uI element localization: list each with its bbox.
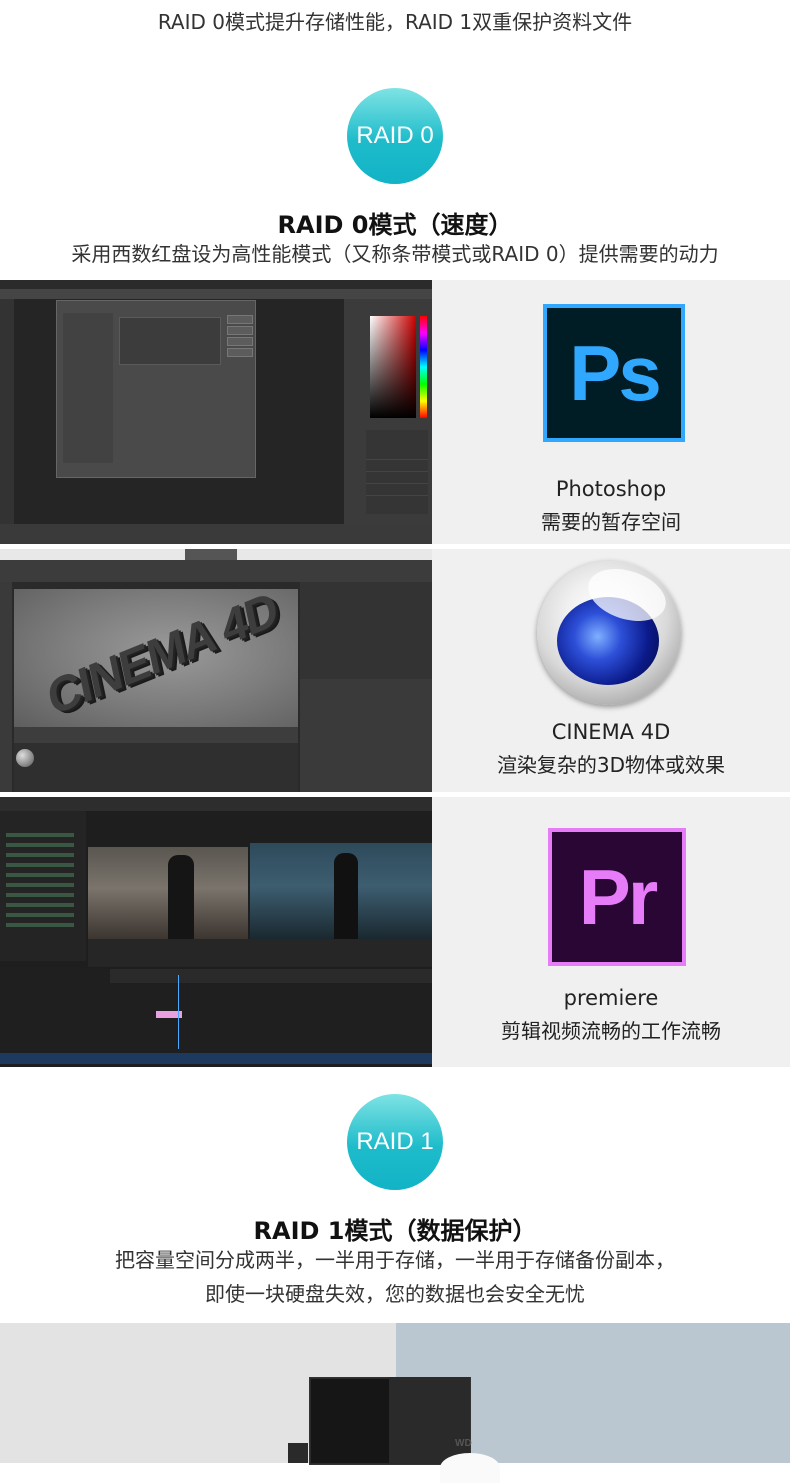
pr-file-row (6, 893, 74, 897)
premiere-screenshot (0, 797, 432, 1067)
pr-file-row (6, 843, 74, 847)
c4d-toolbar (0, 560, 432, 582)
raid1-subtitle-line1: 把容量空间分成两半，一半用于存储，一半用于存储备份副本， (115, 1248, 675, 1272)
ps-dialog-button (227, 348, 253, 357)
ps-layer-row (366, 450, 428, 460)
pr-playhead (178, 975, 179, 1049)
pr-file-row (6, 873, 74, 877)
c4d-left-toolbar (0, 582, 12, 792)
photoshop-desc: 需要的暂存空间 (541, 510, 681, 534)
ps-layer-row (366, 486, 428, 496)
cinema4d-desc: 渲染复杂的3D物体或效果 (496, 753, 726, 777)
ps-menubar (0, 280, 432, 289)
intro-text: RAID 0模式提升存储性能，RAID 1双重保护资料文件 (157, 10, 633, 34)
premiere-icon: Pr (548, 828, 686, 966)
ps-layers-panel (366, 430, 428, 514)
wd-logo: WD (455, 1438, 472, 1449)
pr-file-row (6, 923, 74, 927)
cinema4d-icon (537, 561, 681, 705)
premiere-icon-text: Pr (578, 852, 658, 941)
raid1-subtitle-line2: 即使一块硬盘失效，您的数据也会安全无忧 (205, 1282, 585, 1306)
ps-tools-panel (0, 299, 14, 524)
pr-program-figure (334, 853, 358, 939)
product-disc-shape (440, 1453, 500, 1483)
ps-dialog-table (119, 317, 221, 365)
cinema4d-label: CINEMA 4D (551, 720, 671, 744)
c4d-material-ball (16, 749, 34, 767)
raid1-title: RAID 1模式（数据保护） (253, 1217, 537, 1245)
pr-timeline-ruler (110, 969, 432, 983)
wd-drive-panel (389, 1377, 469, 1463)
cinema4d-screenshot: CINEMA 4D (0, 549, 432, 792)
c4d-timeline (14, 727, 298, 743)
c4d-attribute-manager (300, 679, 432, 792)
ps-layer-row (366, 474, 428, 484)
pr-file-row (6, 833, 74, 837)
premiere-label: premiere (563, 986, 659, 1010)
photoshop-label: Photoshop (555, 477, 667, 501)
pr-os-taskbar (0, 1053, 432, 1064)
raid0-subtitle: 采用西数红盘设为高性能模式（又称条带模式或RAID 0）提供需要的动力 (71, 242, 719, 266)
ps-dialog-list (63, 313, 113, 463)
ps-options-bar (0, 289, 432, 299)
ps-dialog-button (227, 315, 253, 324)
pr-menubar (0, 797, 432, 811)
pr-file-row (6, 863, 74, 867)
pr-transport-controls (88, 939, 432, 967)
pr-file-row (6, 853, 74, 857)
ps-preferences-dialog (56, 300, 256, 478)
photoshop-icon-text: Ps (569, 328, 661, 417)
raid0-badge: RAID 0 (347, 88, 443, 184)
product-stand (288, 1443, 308, 1463)
premiere-desc: 剪辑视频流畅的工作流畅 (501, 1019, 721, 1043)
pr-file-row (6, 913, 74, 917)
c4d-title-tab (185, 549, 237, 560)
photoshop-icon: Ps (543, 304, 685, 442)
c4d-material-panel (14, 743, 298, 792)
raid1-badge: RAID 1 (347, 1094, 443, 1190)
photoshop-screenshot (0, 280, 432, 544)
ps-dialog-button (227, 326, 253, 335)
ps-layer-row (366, 462, 428, 472)
ps-color-picker (370, 316, 416, 418)
ps-dialog-button (227, 337, 253, 346)
raid0-title: RAID 0模式（速度） (277, 211, 513, 239)
pr-source-figure (168, 855, 194, 939)
ps-hue-slider (420, 316, 427, 418)
pr-file-row (6, 883, 74, 887)
pr-file-row (6, 903, 74, 907)
